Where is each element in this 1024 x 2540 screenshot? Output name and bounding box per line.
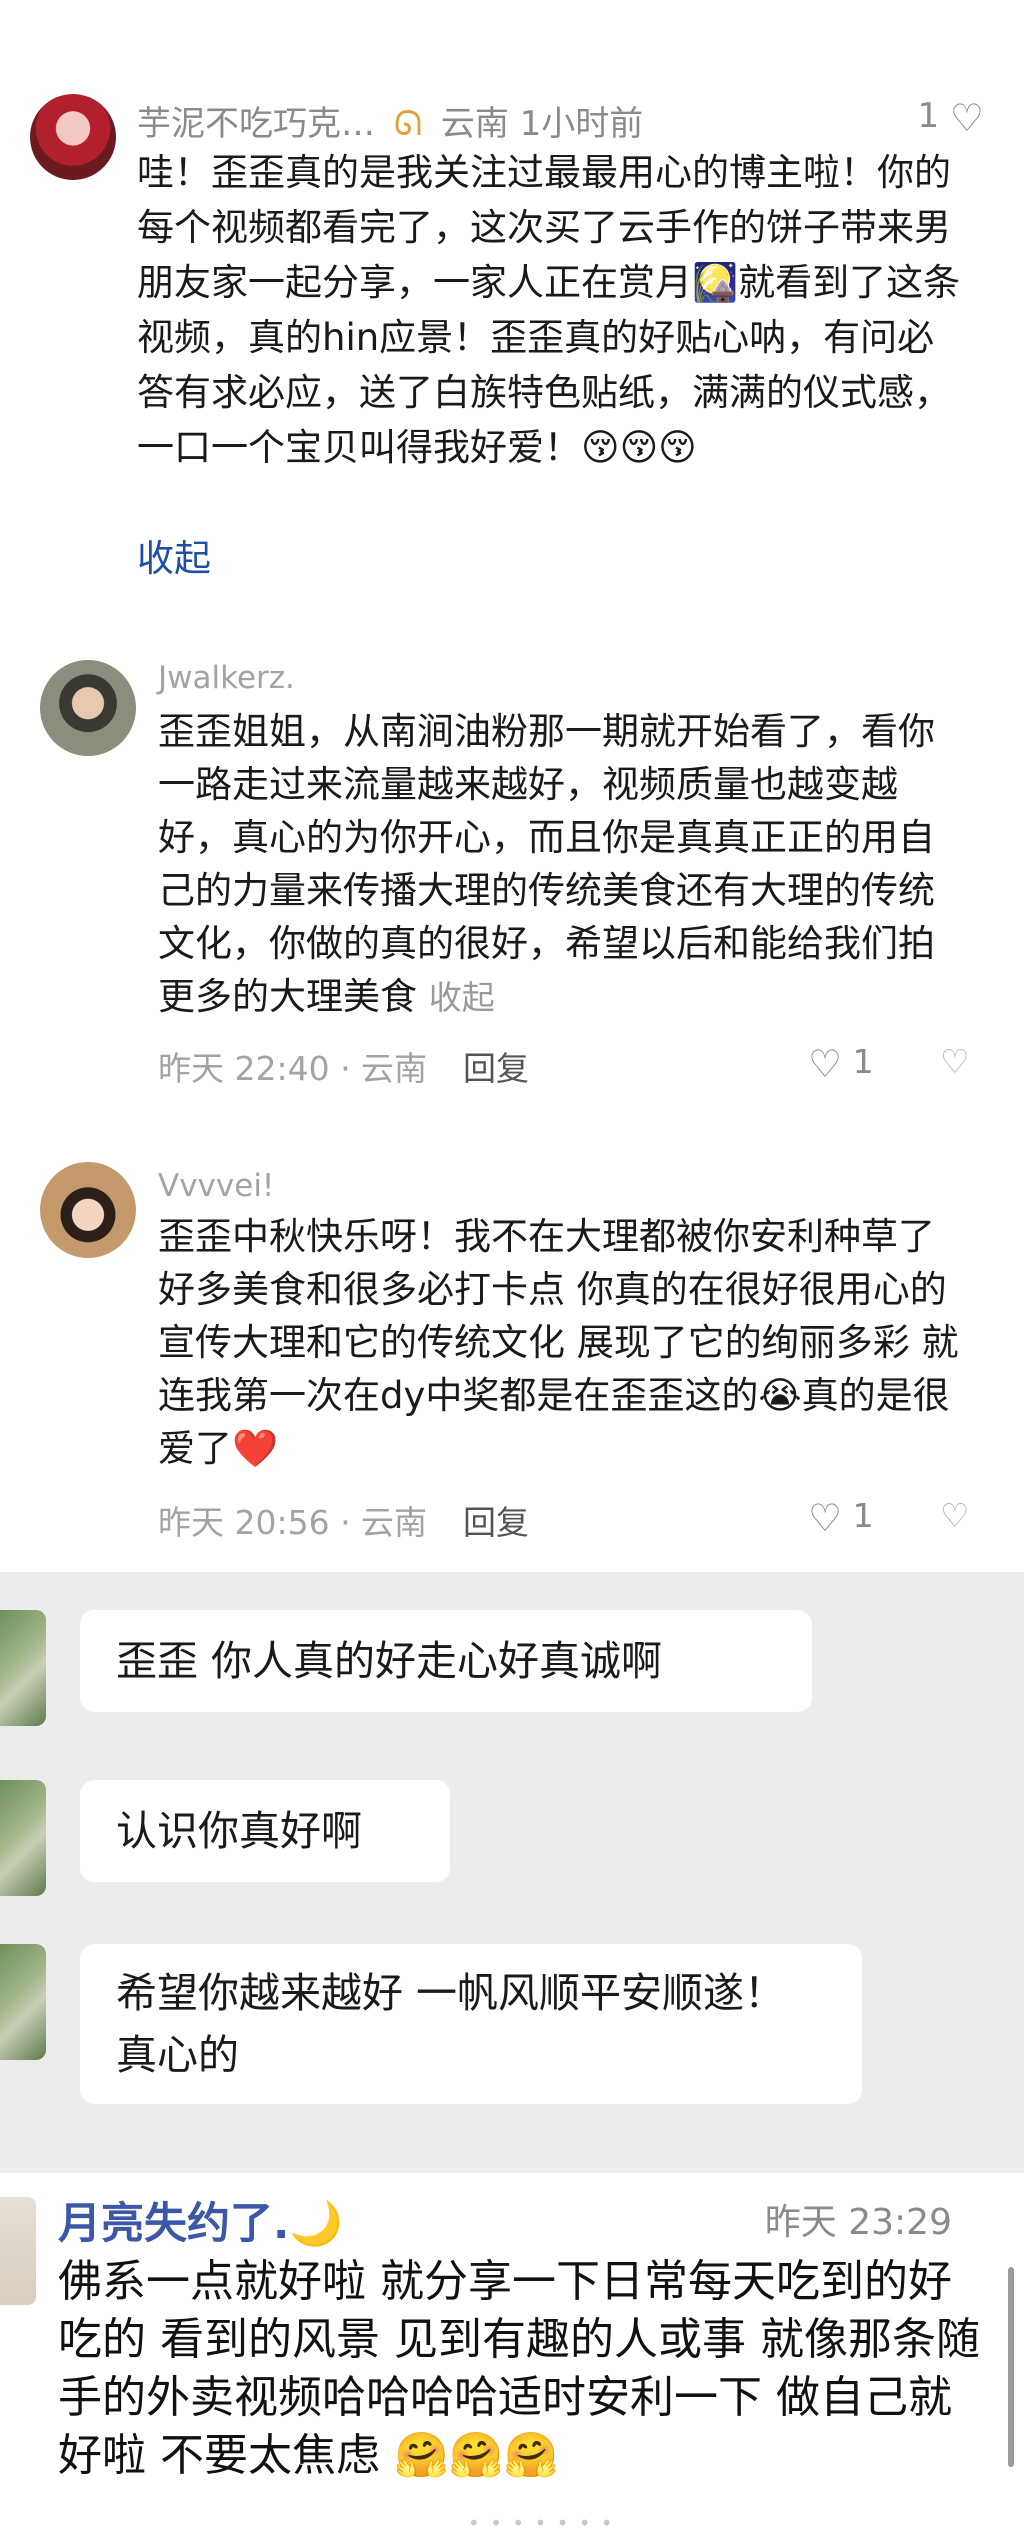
reply-button[interactable]: 回复 <box>463 1496 529 1544</box>
timestamp: 昨天 23:29 <box>764 2202 952 2243</box>
collapse-link[interactable]: 收起 <box>429 978 495 1017</box>
avatar[interactable] <box>0 1944 46 2060</box>
username[interactable]: 月亮失约了.🌙 <box>58 2189 343 2251</box>
avatar[interactable] <box>30 94 116 180</box>
comment-card-1: 芋泥不吃巧克… ᘏ 云南 1小时前 1 ♡ 哇！歪歪真的是我关注过最最用心的博主… <box>0 0 1024 600</box>
reply-button[interactable]: 回复 <box>463 1042 529 1090</box>
like-button[interactable]: ♡ 1 <box>808 1042 874 1083</box>
avatar[interactable] <box>0 1610 46 1726</box>
like-button[interactable]: ♡ 1 <box>808 1496 874 1537</box>
divider <box>0 2167 1024 2173</box>
username[interactable]: Jwalkerz. <box>158 660 295 696</box>
heart-icon: ♡ <box>949 96 984 140</box>
like-count: 1 <box>852 1496 874 1535</box>
chat-section: 歪歪 你人真的好走心好真诚啊 认识你真好啊 希望你越来越好 一帆风顺平安顺遂！真… <box>0 1572 1024 2167</box>
username[interactable]: 芋泥不吃巧克… <box>137 104 375 144</box>
chat-bubble: 歪歪 你人真的好走心好真诚啊 <box>80 1610 812 1712</box>
time-location: 昨天 22:40 · 云南 <box>158 1049 428 1088</box>
avatar[interactable] <box>0 2197 36 2305</box>
comment-text: 歪歪姐姐，从南涧油粉那一期就开始看了，看你一路走过来流量越来越好，视频质量也越变… <box>158 705 968 1024</box>
dislike-icon[interactable]: ♡ <box>940 1496 970 1535</box>
location-time: 云南 1小时前 <box>440 104 644 144</box>
username[interactable]: Vvvvei! <box>158 1168 274 1204</box>
collapse-link[interactable]: 收起 <box>137 528 211 582</box>
comment-footer: 昨天 20:56 · 云南 回复 ♡ 1 ♡ <box>158 1496 978 1542</box>
page-dots: • • • • • • • <box>468 2511 615 2535</box>
dislike-icon[interactable]: ♡ <box>940 1042 970 1081</box>
scrollbar[interactable] <box>1008 2267 1014 2467</box>
comment-text-content: 歪歪姐姐，从南涧油粉那一期就开始看了，看你一路走过来流量越来越好，视频质量也越变… <box>158 710 935 1018</box>
comment-text: 哇！歪歪真的是我关注过最最用心的博主啦！你的每个视频都看完了，这次买了云手作的饼… <box>137 151 961 469</box>
note-card: 月亮失约了.🌙 昨天 23:29 佛系一点就好啦 就分享一下日常每天吃到的好吃的… <box>0 2167 1024 2540</box>
heart-icon: ♡ <box>808 1496 843 1540</box>
avatar[interactable] <box>0 1780 46 1896</box>
avatar[interactable] <box>40 660 136 756</box>
heart-icon: ♡ <box>808 1042 843 1086</box>
chat-bubble: 认识你真好啊 <box>80 1780 450 1882</box>
time-location: 昨天 20:56 · 云南 <box>158 1503 428 1542</box>
ribbon-icon: ᘏ <box>393 104 423 144</box>
like-count: 1 <box>917 96 940 136</box>
chat-bubble: 希望你越来越好 一帆风顺平安顺遂！真心的 <box>80 1944 862 2104</box>
like-count: 1 <box>852 1042 874 1081</box>
note-text: 佛系一点就好啦 就分享一下日常每天吃到的好吃的 看到的风景 见到有趣的人或事 就… <box>58 2256 980 2481</box>
like-button[interactable]: 1 ♡ <box>917 96 984 137</box>
avatar[interactable] <box>40 1162 136 1258</box>
comment-footer: 昨天 22:40 · 云南 回复 ♡ 1 ♡ <box>158 1042 978 1088</box>
comment-text: 歪歪中秋快乐呀！我不在大理都被你安利种草了好多美食和很多必打卡点 你真的在很好很… <box>158 1215 959 1470</box>
comment-meta: 芋泥不吃巧克… ᘏ 云南 1小时前 <box>137 96 643 145</box>
